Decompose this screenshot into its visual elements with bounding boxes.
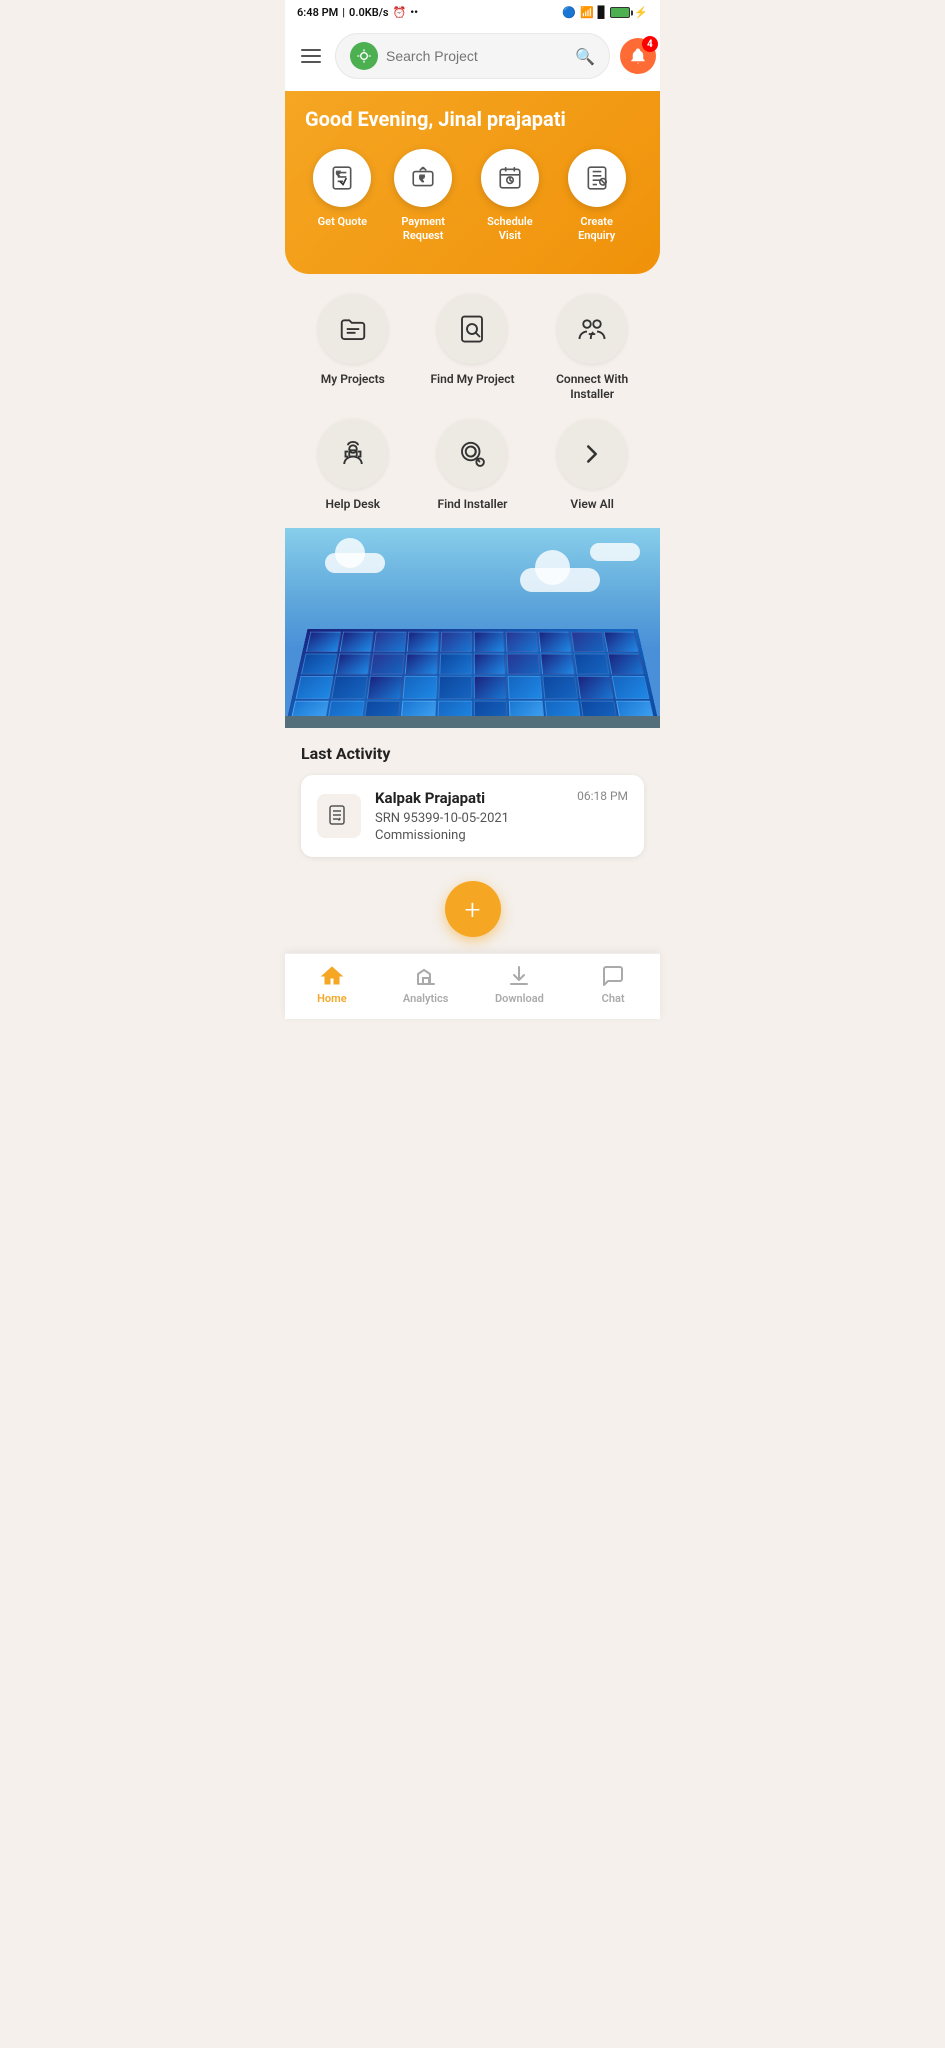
nav-item-chat[interactable]: Chat bbox=[566, 964, 660, 1005]
last-activity-section: Last Activity Kalpak Prajapati SRN 95399… bbox=[285, 728, 660, 865]
fab-container: + bbox=[285, 865, 660, 953]
menu-item-connect-installer[interactable]: Connect With Installer bbox=[540, 294, 644, 403]
search-icon[interactable]: 🔍 bbox=[575, 47, 595, 66]
nav-item-download[interactable]: Download bbox=[473, 964, 567, 1005]
menu-item-view-all[interactable]: View All bbox=[540, 419, 644, 513]
find-installer-label: Find Installer bbox=[438, 497, 508, 513]
battery-icon bbox=[610, 7, 630, 18]
get-quote-label: Get Quote bbox=[318, 215, 367, 229]
banner-section: Good Evening, Jinal prajapati ₹ Get Quot… bbox=[285, 91, 660, 274]
notification-button[interactable]: 4 bbox=[620, 38, 656, 74]
help-desk-label: Help Desk bbox=[326, 497, 381, 513]
charge-icon: ⚡ bbox=[634, 6, 648, 19]
search-input[interactable] bbox=[386, 48, 567, 64]
bottom-navigation: Home Analytics Download Chat bbox=[285, 953, 660, 1019]
nav-chat-label: Chat bbox=[602, 992, 625, 1005]
schedule-label: Schedule Visit bbox=[475, 215, 545, 244]
connect-installer-label: Connect With Installer bbox=[540, 372, 644, 403]
activity-time: 06:18 PM bbox=[577, 789, 628, 803]
status-bar: 6:48 PM | 0.0KB/s ⏰ •• 🔵 📶 ▊ ⚡ bbox=[285, 0, 660, 25]
notification-badge: 4 bbox=[642, 36, 658, 52]
fab-button[interactable]: + bbox=[445, 881, 501, 937]
greeting-text: Good Evening, Jinal prajapati bbox=[305, 107, 640, 131]
status-network: | bbox=[342, 6, 345, 19]
find-installer-icon bbox=[437, 419, 507, 489]
nav-analytics-label: Analytics bbox=[403, 992, 449, 1005]
quick-action-get-quote[interactable]: ₹ Get Quote bbox=[313, 149, 371, 244]
connect-installer-icon bbox=[557, 294, 627, 364]
nav-item-home[interactable]: Home bbox=[285, 964, 379, 1005]
cloud-3 bbox=[590, 543, 640, 561]
activity-card[interactable]: Kalpak Prajapati SRN 95399-10-05-2021 Co… bbox=[301, 775, 644, 857]
nav-home-label: Home bbox=[317, 992, 347, 1005]
app-logo bbox=[350, 42, 378, 70]
menu-section: My Projects Find My Project bbox=[285, 274, 660, 525]
bluetooth-icon: 🔵 bbox=[562, 6, 576, 19]
sim-icon: 📶 bbox=[580, 6, 594, 19]
my-projects-label: My Projects bbox=[321, 372, 385, 388]
get-quote-icon: ₹ bbox=[313, 149, 371, 207]
solar-panel-image bbox=[285, 528, 660, 728]
quick-action-schedule[interactable]: Schedule Visit bbox=[475, 149, 545, 244]
quick-action-payment[interactable]: ₹ Payment Request bbox=[388, 149, 458, 244]
status-data-speed: 0.0KB/s bbox=[349, 6, 389, 19]
search-bar: 🔍 bbox=[335, 33, 610, 79]
nav-item-analytics[interactable]: Analytics bbox=[379, 964, 473, 1005]
app-header: 🔍 4 bbox=[285, 25, 660, 91]
quick-actions: ₹ Get Quote ₹ Payment Request bbox=[305, 149, 640, 244]
menu-item-find-project[interactable]: Find My Project bbox=[421, 294, 525, 403]
menu-grid: My Projects Find My Project bbox=[301, 294, 644, 513]
svg-text:₹: ₹ bbox=[420, 174, 425, 184]
find-project-icon bbox=[437, 294, 507, 364]
menu-item-find-installer[interactable]: Find Installer bbox=[421, 419, 525, 513]
status-right: 🔵 📶 ▊ ⚡ bbox=[562, 6, 648, 19]
menu-item-my-projects[interactable]: My Projects bbox=[301, 294, 405, 403]
view-all-label: View All bbox=[570, 497, 613, 513]
quick-action-enquiry[interactable]: Create Enquiry bbox=[562, 149, 632, 244]
menu-button[interactable] bbox=[297, 45, 325, 67]
nav-download-label: Download bbox=[495, 992, 544, 1005]
payment-icon: ₹ bbox=[394, 149, 452, 207]
status-left: 6:48 PM | 0.0KB/s ⏰ •• bbox=[297, 6, 418, 19]
view-all-icon bbox=[557, 419, 627, 489]
help-desk-icon bbox=[318, 419, 388, 489]
roof-base bbox=[285, 716, 660, 728]
status-time: 6:48 PM bbox=[297, 6, 338, 19]
dots-icon: •• bbox=[410, 6, 418, 19]
activity-info: Kalpak Prajapati SRN 95399-10-05-2021 Co… bbox=[375, 789, 563, 843]
enquiry-icon bbox=[568, 149, 626, 207]
last-activity-title: Last Activity bbox=[301, 744, 644, 763]
find-project-label: Find My Project bbox=[430, 372, 514, 388]
activity-status: Commissioning bbox=[375, 828, 563, 843]
schedule-icon bbox=[481, 149, 539, 207]
menu-item-help-desk[interactable]: Help Desk bbox=[301, 419, 405, 513]
signal-icon: ▊ bbox=[598, 6, 606, 19]
cloud-1 bbox=[325, 553, 385, 573]
cloud-2 bbox=[520, 568, 600, 592]
activity-doc-icon bbox=[317, 794, 361, 838]
payment-label: Payment Request bbox=[388, 215, 458, 244]
enquiry-label: Create Enquiry bbox=[562, 215, 632, 244]
my-projects-icon bbox=[318, 294, 388, 364]
activity-srn: SRN 95399-10-05-2021 bbox=[375, 811, 563, 826]
activity-person-name: Kalpak Prajapati bbox=[375, 789, 563, 807]
alarm-icon: ⏰ bbox=[393, 6, 407, 19]
